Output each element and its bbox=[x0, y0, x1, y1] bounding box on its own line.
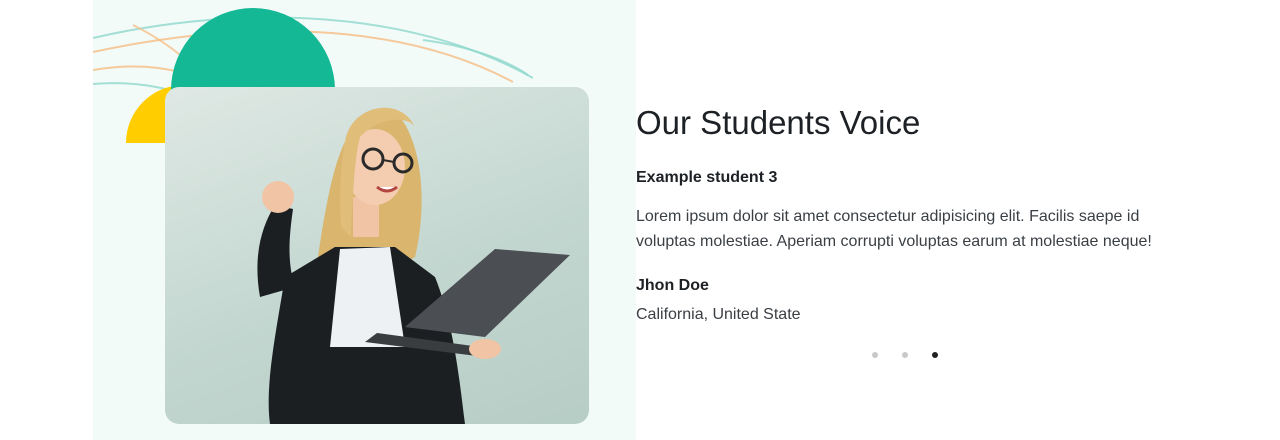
carousel-dot-3[interactable] bbox=[932, 352, 938, 358]
student-illustration bbox=[257, 107, 570, 424]
section-heading: Our Students Voice bbox=[636, 104, 921, 141]
student-label: Example student 3 bbox=[636, 169, 778, 186]
carousel-indicators bbox=[872, 352, 962, 358]
student-photo bbox=[165, 87, 589, 424]
testimonial-section: Our Students Voice Example student 3 Lor… bbox=[0, 0, 1280, 440]
carousel-dot-1[interactable] bbox=[872, 352, 878, 358]
testimonial-content: Our Students Voice Example student 3 Lor… bbox=[636, 0, 1196, 440]
carousel-dot-2[interactable] bbox=[902, 352, 908, 358]
author-location: California, United State bbox=[636, 306, 801, 323]
author-name: Jhon Doe bbox=[636, 277, 709, 294]
testimonial-image-panel bbox=[93, 0, 636, 440]
testimonial-quote: Lorem ipsum dolor sit amet consectetur a… bbox=[636, 208, 1152, 250]
